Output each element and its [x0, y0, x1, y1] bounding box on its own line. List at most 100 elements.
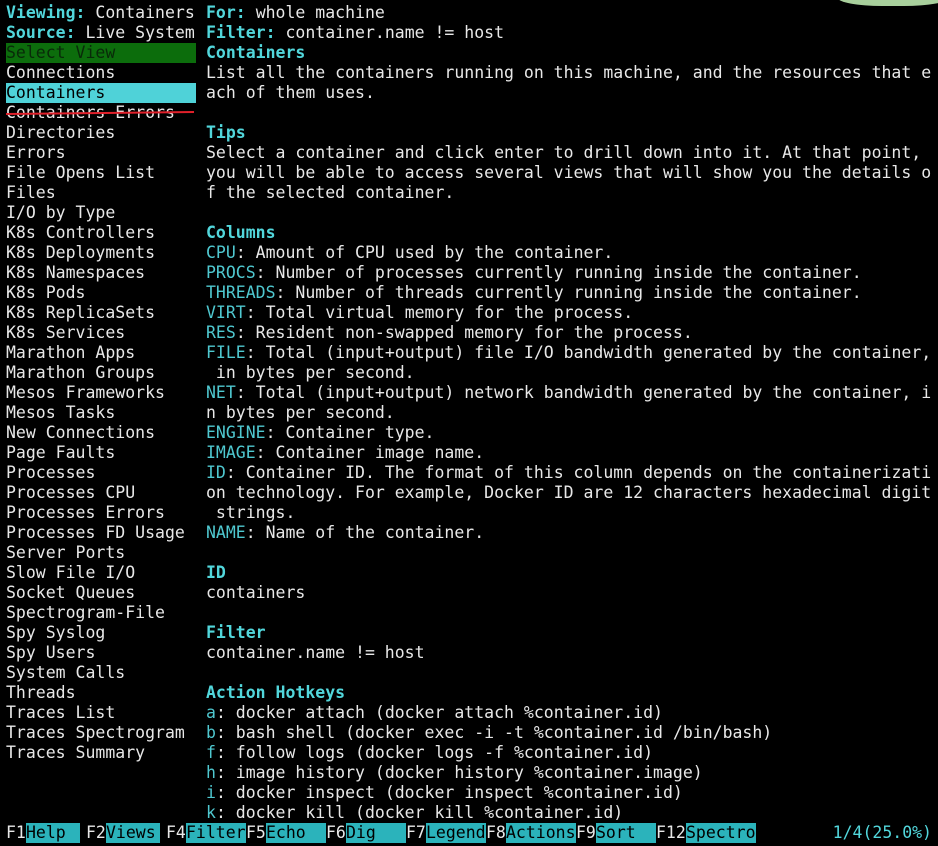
- sidebar-item-k8s-controllers[interactable]: K8s Controllers: [6, 223, 196, 243]
- sidebar-item-directories[interactable]: Directories: [6, 123, 196, 143]
- sidebar-item-new-connections[interactable]: New Connections: [6, 423, 196, 443]
- fkey-f1-help-button[interactable]: Help: [26, 823, 80, 843]
- described-item: i: docker inspect (docker inspect %conta…: [206, 783, 938, 803]
- text-line: n bytes per second.: [206, 403, 395, 422]
- item-description: : Resident non-swapped memory for the pr…: [235, 323, 693, 342]
- sidebar-item-k8s-pods[interactable]: K8s Pods: [6, 283, 196, 303]
- sidebar-item-files[interactable]: Files: [6, 183, 196, 203]
- sidebar-item-containers[interactable]: Containers: [6, 83, 196, 103]
- viewing-label: Viewing:: [6, 3, 86, 22]
- section-heading: Containers: [206, 43, 306, 62]
- section-heading: Action Hotkeys: [206, 683, 346, 702]
- sidebar-title: Select View: [6, 43, 196, 63]
- sidebar-item-file-opens-list[interactable]: File Opens List: [6, 163, 196, 183]
- described-item: FILE: Total (input+output) file I/O band…: [206, 343, 938, 363]
- item-key: NET: [206, 383, 236, 402]
- fkey-f6: F6: [326, 823, 346, 842]
- sidebar-item-spy-users[interactable]: Spy Users: [6, 643, 196, 663]
- sidebar-item-processes[interactable]: Processes: [6, 463, 196, 483]
- item-description: : Number of threads currently running in…: [275, 283, 862, 302]
- fkey-f1: F1: [6, 823, 26, 842]
- filter-label: Filter:: [206, 23, 276, 42]
- sidebar-item-processes-fd-usage[interactable]: Processes FD Usage: [6, 523, 196, 543]
- sidebar-item-mesos-tasks[interactable]: Mesos Tasks: [6, 403, 196, 423]
- described-item: IMAGE: Container image name.: [206, 443, 938, 463]
- text-line: strings.: [206, 503, 296, 522]
- header-viewing: Viewing: Containers: [6, 3, 195, 23]
- sidebar-item-processes-errors[interactable]: Processes Errors: [6, 503, 196, 523]
- text-line: ach of them uses.: [206, 83, 375, 102]
- item-key: h: [206, 763, 216, 782]
- fkey-f4: F4: [166, 823, 186, 842]
- for-label: For:: [206, 3, 246, 22]
- viewing-value: Containers: [95, 3, 195, 22]
- sidebar-item-threads[interactable]: Threads: [6, 683, 196, 703]
- sidebar-item-marathon-groups[interactable]: Marathon Groups: [6, 363, 196, 383]
- sidebar-item-k8s-deployments[interactable]: K8s Deployments: [6, 243, 196, 263]
- item-description: : image history (docker history %contain…: [215, 763, 703, 782]
- item-key: a: [206, 703, 216, 722]
- sidebar-item-k8s-namespaces[interactable]: K8s Namespaces: [6, 263, 196, 283]
- item-key: i: [206, 783, 216, 802]
- item-description: : Total (input+output) network bandwidth…: [235, 383, 932, 402]
- sidebar-title-text: Select View: [6, 43, 116, 62]
- fkey-f5: F5: [246, 823, 266, 842]
- sidebar-item-i-o-by-type[interactable]: I/O by Type: [6, 203, 196, 223]
- source-label: Source:: [6, 23, 76, 42]
- item-key: PROCS: [206, 263, 256, 282]
- described-item: NET: Total (input+output) network bandwi…: [206, 383, 938, 403]
- fkey-f4-filter-button[interactable]: Filter: [186, 823, 246, 843]
- item-description: : Total (input+output) file I/O bandwidt…: [245, 343, 932, 362]
- sidebar-item-marathon-apps[interactable]: Marathon Apps: [6, 343, 196, 363]
- described-item: ENGINE: Container type.: [206, 423, 938, 443]
- sidebar-item-k8s-replicasets[interactable]: K8s ReplicaSets: [6, 303, 196, 323]
- item-key: NAME: [206, 523, 246, 542]
- described-item: NAME: Name of the container.: [206, 523, 938, 543]
- item-key: ID: [206, 463, 226, 482]
- section-heading: Tips: [206, 123, 246, 142]
- sidebar-item-page-faults[interactable]: Page Faults: [6, 443, 196, 463]
- sidebar-item-processes-cpu[interactable]: Processes CPU: [6, 483, 196, 503]
- source-value: Live System: [85, 23, 195, 42]
- item-description: : bash shell (docker exec -i -t %contain…: [215, 723, 773, 742]
- item-description: : Container ID. The format of this colum…: [225, 463, 932, 482]
- fkey-f9-sort-button[interactable]: Sort: [596, 823, 656, 843]
- sidebar-item-socket-queues[interactable]: Socket Queues: [6, 583, 196, 603]
- sidebar-item-errors[interactable]: Errors: [6, 143, 196, 163]
- described-item: f: follow logs (docker logs -f %containe…: [206, 743, 938, 763]
- item-key: FILE: [206, 343, 246, 362]
- fkey-f2-views-button[interactable]: Views: [106, 823, 160, 843]
- sidebar-item-system-calls[interactable]: System Calls: [6, 663, 196, 683]
- section-heading: Columns: [206, 223, 276, 242]
- described-item: b: bash shell (docker exec -i -t %contai…: [206, 723, 938, 743]
- sidebar-item-spy-syslog[interactable]: Spy Syslog: [6, 623, 196, 643]
- sidebar-item-traces-summary[interactable]: Traces Summary: [6, 743, 196, 763]
- described-item: CPU: Amount of CPU used by the container…: [206, 243, 938, 263]
- sidebar-item-slow-file-i-o[interactable]: Slow File I/O: [6, 563, 196, 583]
- fkey-f12-spectro-button[interactable]: Spectro: [686, 823, 756, 843]
- header-filter: Filter: container.name != host: [206, 23, 504, 43]
- fkey-f6-dig-button[interactable]: Dig: [346, 823, 406, 843]
- item-description: : Container type.: [265, 423, 435, 442]
- described-item: PROCS: Number of processes currently run…: [206, 263, 938, 283]
- sidebar-item-server-ports[interactable]: Server Ports: [6, 543, 196, 563]
- fkey-f7-legend-button[interactable]: Legend: [426, 823, 486, 843]
- sidebar-item-k8s-services[interactable]: K8s Services: [6, 323, 196, 343]
- item-description: : follow logs (docker logs -f %container…: [215, 743, 654, 762]
- filter-value: container.name != host: [285, 23, 505, 42]
- sysdig-csysdig-terminal: Viewing: Containers For: whole machine S…: [0, 0, 938, 846]
- fkey-f8-actions-button[interactable]: Actions: [506, 823, 576, 843]
- fkey-f5-echo-button[interactable]: Echo: [266, 823, 326, 843]
- sidebar-item-spectrogram-file[interactable]: Spectrogram-File: [6, 603, 196, 623]
- section-heading: Filter: [206, 623, 266, 642]
- page-progress: 1/4(25.0%): [832, 823, 932, 842]
- item-description: : Number of processes currently running …: [255, 263, 862, 282]
- sidebar-item-connections[interactable]: Connections: [6, 63, 196, 83]
- sidebar-item-traces-list[interactable]: Traces List: [6, 703, 196, 723]
- text-line: f the selected container.: [206, 183, 455, 202]
- sidebar-item-traces-spectrogram[interactable]: Traces Spectrogram: [6, 723, 196, 743]
- sidebar-item-mesos-frameworks[interactable]: Mesos Frameworks: [6, 383, 196, 403]
